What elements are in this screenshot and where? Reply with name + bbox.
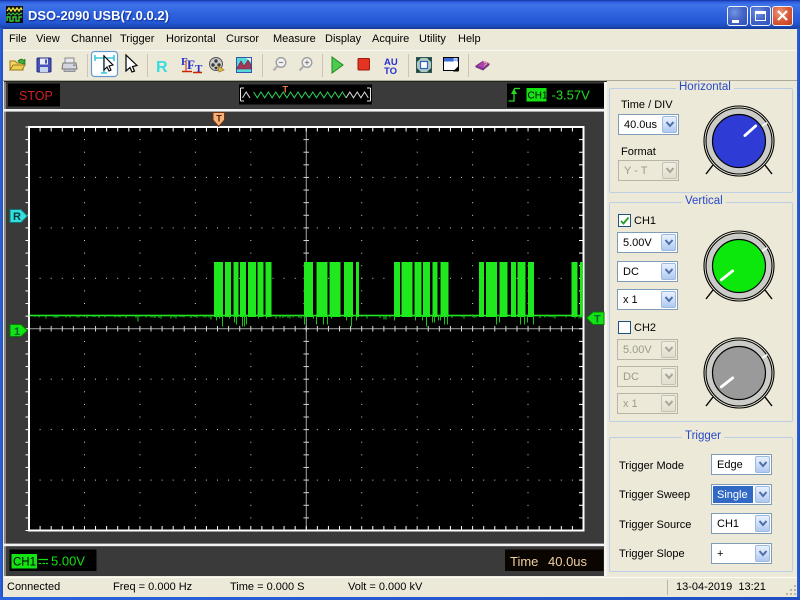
svg-text:Time: Time <box>510 554 538 569</box>
svg-text:-3.57V: -3.57V <box>552 88 591 103</box>
svg-text:1: 1 <box>14 326 20 338</box>
svg-text:5.00V: 5.00V <box>51 554 85 569</box>
svg-text:T: T <box>594 314 601 326</box>
svg-text:CH1: CH1 <box>13 557 36 569</box>
svg-text:CH1: CH1 <box>528 90 548 101</box>
svg-text:40.0us: 40.0us <box>548 554 588 569</box>
svg-text:R: R <box>13 211 21 223</box>
svg-text:T: T <box>283 85 289 95</box>
svg-text:STOP: STOP <box>19 89 53 103</box>
svg-text:T: T <box>216 114 222 124</box>
